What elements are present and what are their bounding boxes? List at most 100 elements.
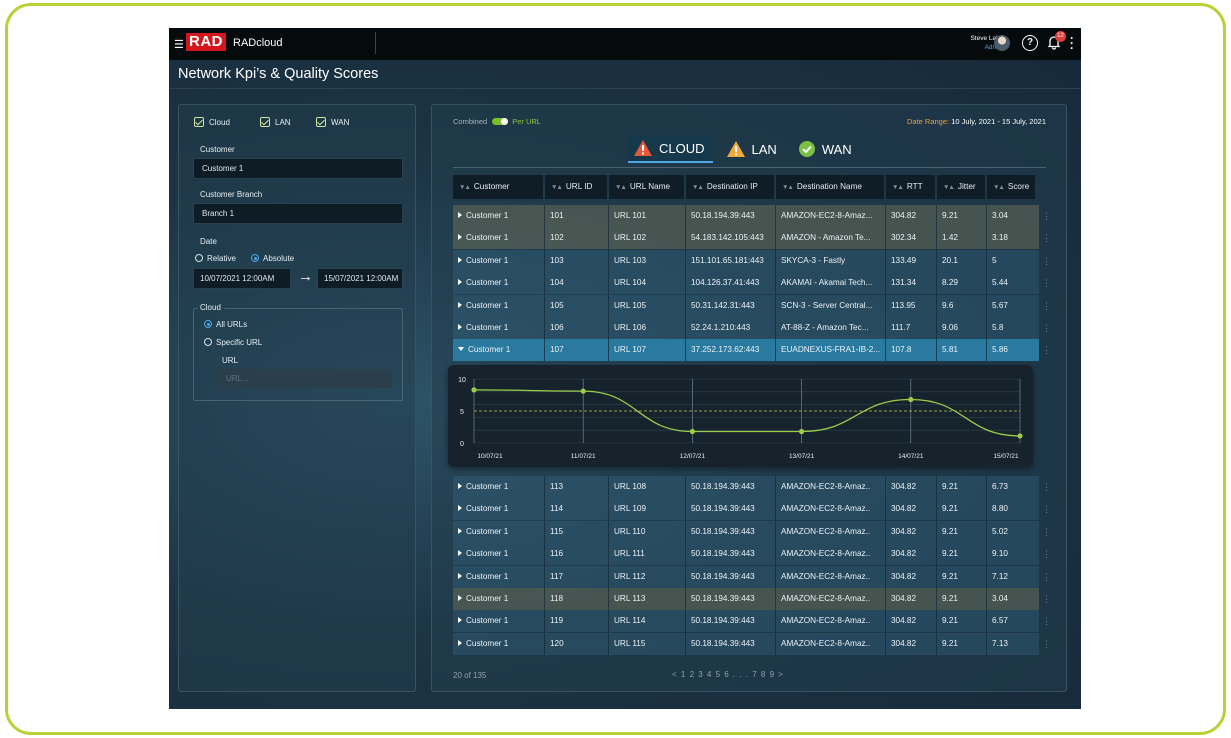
caret-right-icon[interactable]	[458, 324, 462, 330]
customer-select[interactable]: Customer 1	[193, 158, 403, 179]
row-menu-icon[interactable]: ⋮	[1042, 272, 1051, 294]
row-menu-icon[interactable]: ⋮	[1042, 566, 1051, 588]
cell-text: 1.42	[942, 233, 958, 243]
cell-destination-ip: 50.31.142.31:443	[686, 294, 776, 317]
table-row[interactable]: Customer 1 115 URL 110 50.18.194.39:443 AMAZ…	[453, 520, 1039, 543]
cell-text: Customer 1	[466, 616, 509, 626]
caret-right-icon[interactable]	[458, 527, 462, 534]
table-row[interactable]: Customer 1 104 URL 104 104.126.37.41:443 AKA…	[453, 272, 1039, 295]
row-menu-icon[interactable]: ⋮	[1042, 250, 1051, 272]
branch-select[interactable]: Branch 1	[193, 203, 403, 224]
header-col-destination-ip[interactable]: ▼▲ Destination IP	[686, 175, 774, 199]
help-icon[interactable]: ?	[1022, 35, 1038, 51]
caret-right-icon[interactable]	[458, 572, 462, 579]
caret-right-icon[interactable]	[458, 256, 462, 263]
row-menu-icon[interactable]: ⋮	[1042, 339, 1051, 361]
row-menu-icon[interactable]: ⋮	[1042, 633, 1051, 655]
cell-destination-ip: 50.18.194.39:443	[686, 632, 776, 655]
row-menu-icon[interactable]: ⋮	[1042, 205, 1051, 227]
cell-text: 111.7	[891, 323, 911, 332]
cell-text: 5.8	[992, 323, 1004, 332]
date-from-input[interactable]: 10/07/2021 12:00AM	[193, 268, 291, 289]
tab-wan[interactable]: WAN	[793, 135, 860, 163]
cell-text: AMAZON - Amazon Te...	[781, 233, 871, 243]
checkbox-lan[interactable]: LAN	[260, 117, 291, 127]
cell-text: 3.18	[992, 233, 1008, 243]
date-to-input[interactable]: 15/07/2021 12:00AM	[317, 268, 403, 289]
row-menu-icon[interactable]: ⋮	[1042, 317, 1051, 339]
caret-right-icon[interactable]	[458, 483, 462, 489]
cell-text: Customer 1	[466, 571, 509, 581]
table-row[interactable]: Customer 1 116 URL 111 50.18.194.39:443 AMAZ…	[453, 543, 1039, 566]
table-row[interactable]: Customer 1 103 URL 103 151.101.65.181:443 SK…	[453, 249, 1039, 272]
toggle-switch[interactable]	[492, 118, 509, 125]
tab-lan[interactable]: LAN	[721, 135, 785, 163]
checkbox-label: WAN	[331, 117, 350, 127]
table-row[interactable]: Customer 1 117 URL 112 50.18.194.39:443 AMAZ…	[453, 565, 1039, 588]
cell-jitter: 9.6	[937, 294, 987, 317]
table-row[interactable]: Customer 1 102 URL 102 54.183.142.105:443 AM…	[453, 227, 1039, 250]
header-col-jitter[interactable]: ▼▲ Jitter	[937, 175, 985, 199]
cell-destination-ip: 50.18.194.39:443	[686, 205, 776, 227]
header-col-destination-name[interactable]: ▼▲ Destination Name	[776, 175, 884, 199]
caret-right-icon[interactable]	[458, 212, 462, 218]
table-row[interactable]: Customer 1 107 URL 107 37.252.173.62:443 EUA…	[453, 339, 1039, 362]
caret-right-icon[interactable]	[458, 301, 462, 308]
cell-text: 50.18.194.39:443	[691, 482, 755, 491]
checkbox-cloud[interactable]: Cloud	[194, 117, 230, 127]
header-col-score[interactable]: ▼▲ Score	[987, 175, 1035, 199]
url-input[interactable]: URL...	[217, 369, 392, 388]
table-row[interactable]: Customer 1 106 URL 106 52.24.1.210:443 AT-88…	[453, 317, 1039, 339]
radio-all-urls[interactable]: All URLs	[204, 320, 247, 329]
hamburger-icon[interactable]: ☰	[174, 38, 184, 51]
pagination[interactable]: < 1 2 3 4 5 6 . . . 7 8 9 >	[672, 670, 784, 679]
caret-right-icon[interactable]	[458, 550, 462, 557]
header-col-customer[interactable]: ▼▲ Customer	[453, 175, 543, 199]
app-name: RADcloud	[233, 37, 283, 49]
caret-right-icon[interactable]	[458, 617, 462, 624]
cell-score: 7.13	[987, 633, 1035, 655]
table-row[interactable]: Customer 1 105 URL 105 50.31.142.31:443 SCN-…	[453, 294, 1039, 317]
radio-specific-url[interactable]: Specific URL	[204, 338, 262, 347]
caret-right-icon[interactable]	[458, 639, 462, 646]
table-row[interactable]: Customer 1 113 URL 108 50.18.194.39:443 AMAZ…	[453, 476, 1039, 498]
row-menu-icon[interactable]: ⋮	[1042, 476, 1051, 498]
row-menu-icon[interactable]: ⋮	[1042, 295, 1051, 317]
cell-text: 103	[550, 255, 564, 265]
caret-down-icon[interactable]	[458, 347, 464, 352]
tab-cloud[interactable]: CLOUD	[628, 135, 713, 163]
radio-relative[interactable]: Relative	[195, 254, 236, 263]
table-row[interactable]: Customer 1 119 URL 114 50.18.194.39:443 AMAZ…	[453, 610, 1039, 633]
row-menu-icon[interactable]: ⋮	[1042, 498, 1051, 520]
header-col-url-name[interactable]: ▼▲ URL Name	[609, 175, 684, 199]
caret-right-icon[interactable]	[458, 234, 462, 241]
view-toggle[interactable]: Combined Per URL	[453, 117, 541, 126]
category-tabs: CLOUD LAN WAN	[628, 135, 868, 163]
checkbox-wan[interactable]: WAN	[316, 117, 349, 127]
header-col-url-id[interactable]: ▼▲ URL ID	[545, 175, 607, 199]
table-row[interactable]: Customer 1 118 URL 113 50.18.194.39:443 AMAZ…	[453, 588, 1039, 610]
caret-right-icon[interactable]	[458, 595, 462, 601]
more-menu-icon[interactable]: · · ·	[1070, 32, 1074, 54]
cell-text: 105	[550, 300, 564, 310]
header-col-rtt[interactable]: ▼▲ RTT	[886, 175, 935, 199]
caret-right-icon[interactable]	[458, 279, 462, 286]
row-menu-icon[interactable]: ⋮	[1042, 227, 1051, 249]
cell-url-name: URL 101	[609, 205, 686, 227]
row-menu-icon[interactable]: ⋮	[1042, 543, 1051, 565]
table-row[interactable]: Customer 1 101 URL 101 50.18.194.39:443 AMAZ…	[453, 205, 1039, 227]
row-menu-icon[interactable]: ⋮	[1042, 610, 1051, 632]
cell-destination-name: AMAZON-EC2-8-Amaz...	[776, 205, 886, 227]
radio-label: Specific URL	[216, 338, 263, 347]
caret-right-icon[interactable]	[458, 505, 462, 512]
avatar[interactable]	[994, 35, 1010, 51]
row-menu-icon[interactable]: ⋮	[1042, 588, 1051, 610]
table-row[interactable]: Customer 1 114 URL 109 50.18.194.39:443 AMAZ…	[453, 498, 1039, 521]
row-menu-icon[interactable]: ⋮	[1042, 521, 1051, 543]
cell-url-id: 103	[545, 249, 609, 272]
cell-url-id: 107	[545, 339, 609, 362]
table-row[interactable]: Customer 1 120 URL 115 50.18.194.39:443 AMAZ…	[453, 632, 1039, 655]
radio-absolute[interactable]: Absolute	[251, 254, 294, 263]
cell-score: 5.44	[987, 272, 1035, 294]
cell-destination-ip: 52.24.1.210:443	[686, 317, 776, 339]
